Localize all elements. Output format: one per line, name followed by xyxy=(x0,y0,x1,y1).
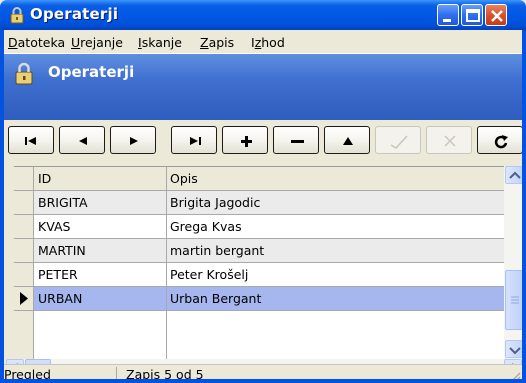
vertical-scrollbar[interactable] xyxy=(504,166,524,359)
edit-record-icon xyxy=(343,137,353,145)
prior-record-button[interactable] xyxy=(59,126,105,154)
grid-header-row: ID Opis xyxy=(14,167,506,191)
window-frame-left xyxy=(0,30,4,383)
insert-record-button[interactable] xyxy=(222,126,268,154)
cell-opis: Brigita Jagodic xyxy=(170,195,261,210)
row-indicator xyxy=(14,287,34,310)
next-record-button[interactable] xyxy=(110,126,156,154)
delete-record-button[interactable] xyxy=(273,126,319,154)
cancel-edit-icon xyxy=(444,135,456,147)
window-frame-bottom xyxy=(0,379,526,383)
close-button[interactable] xyxy=(485,4,507,26)
menu-datoteka-rest: atoteka xyxy=(17,35,66,50)
close-icon xyxy=(491,10,503,22)
prior-record-icon xyxy=(79,137,87,145)
first-record-icon xyxy=(28,137,36,145)
cell-id: URBAN xyxy=(38,291,83,306)
title-bar[interactable]: Operaterji xyxy=(0,0,526,30)
post-record-icon xyxy=(390,135,408,149)
lock-icon xyxy=(12,61,36,85)
menu-izhod-rest: hod xyxy=(261,35,285,50)
banner-title: Operaterji xyxy=(48,63,135,81)
row-indicator xyxy=(14,239,34,262)
empty-grid-area xyxy=(14,311,506,359)
column-header-id[interactable]: ID xyxy=(38,171,51,186)
post-record-button[interactable] xyxy=(375,126,421,154)
cancel-edit-button[interactable] xyxy=(426,126,472,154)
window-title: Operaterji xyxy=(30,5,119,23)
cell-id: KVAS xyxy=(38,219,71,234)
last-record-icon xyxy=(190,137,198,145)
row-indicator xyxy=(14,167,34,190)
records-grid[interactable]: ID Opis BRIGITA Brigita Jagodic KVAS Gre… xyxy=(14,166,526,360)
scroll-up-button[interactable] xyxy=(505,166,523,184)
table-row-selected[interactable]: URBAN Urban Bergant xyxy=(14,287,506,311)
table-row[interactable]: BRIGITA Brigita Jagodic xyxy=(14,191,506,215)
delete-record-icon xyxy=(291,140,304,143)
cell-opis: Urban Bergant xyxy=(170,291,262,306)
table-row[interactable]: KVAS Grega Kvas xyxy=(14,215,506,239)
menu-zapis-rest: apis xyxy=(208,35,235,50)
menu-izhod[interactable]: Izhod xyxy=(251,35,285,50)
table-row[interactable]: MARTIN martin bergant xyxy=(14,239,506,263)
cell-opis: Grega Kvas xyxy=(170,219,242,234)
refresh-button[interactable] xyxy=(477,126,523,154)
minimize-button[interactable] xyxy=(437,4,459,26)
insert-record-icon xyxy=(241,136,252,147)
menu-zapis[interactable]: Zapis xyxy=(200,35,234,50)
row-indicator xyxy=(14,263,34,286)
cell-id: PETER xyxy=(38,267,78,282)
window-frame-right xyxy=(522,30,526,383)
menu-datoteka[interactable]: Datoteka xyxy=(8,35,65,50)
cell-id: BRIGITA xyxy=(38,195,88,210)
vertical-scroll-thumb[interactable] xyxy=(505,270,523,330)
header-banner: Operaterji xyxy=(0,54,526,120)
table-row[interactable]: PETER Peter Krošelj xyxy=(14,263,506,287)
column-header-opis[interactable]: Opis xyxy=(170,171,198,186)
chevron-up-icon xyxy=(509,171,521,179)
scroll-down-button[interactable] xyxy=(505,340,523,358)
cell-opis: Peter Krošelj xyxy=(170,267,249,282)
next-record-icon xyxy=(130,137,138,145)
cell-id: MARTIN xyxy=(38,243,86,258)
last-record-button[interactable] xyxy=(171,126,217,154)
menu-urejanje[interactable]: Urejanje xyxy=(71,35,123,50)
minimize-icon xyxy=(443,19,451,22)
menu-bar: Datoteka Urejanje Iskanje Zapis Izhod xyxy=(0,30,526,54)
edit-record-button[interactable] xyxy=(324,126,370,154)
chevron-down-icon xyxy=(509,347,521,355)
menu-urejanje-rest: rejanje xyxy=(80,35,123,50)
menu-iskanje-rest: skanje xyxy=(141,35,182,50)
row-indicator xyxy=(14,215,34,238)
cell-opis: martin bergant xyxy=(170,243,265,258)
lock-icon xyxy=(8,6,26,24)
menu-iskanje[interactable]: Iskanje xyxy=(138,35,182,50)
maximize-button[interactable] xyxy=(461,4,483,26)
navigator-toolbar xyxy=(8,126,526,156)
current-row-arrow-icon xyxy=(20,292,28,305)
row-indicator xyxy=(14,311,34,359)
row-indicator xyxy=(14,191,34,214)
first-record-button[interactable] xyxy=(8,126,54,154)
